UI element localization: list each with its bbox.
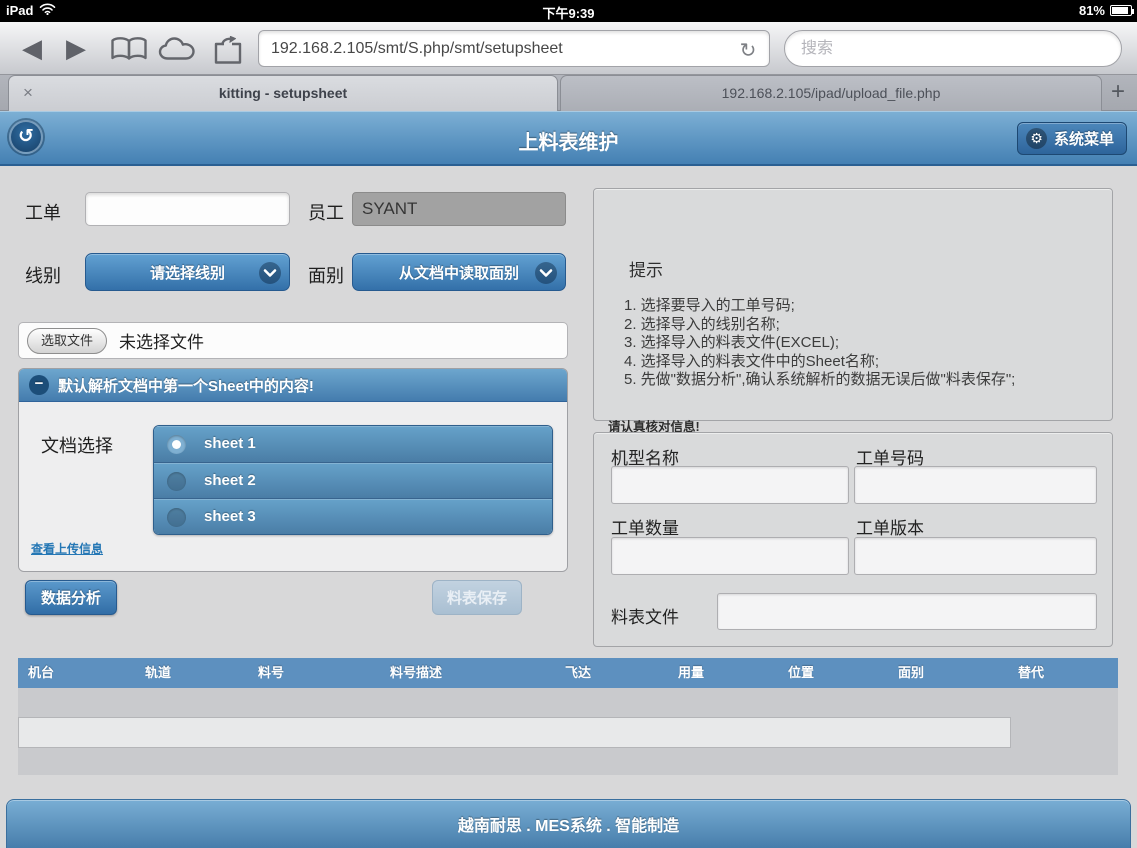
line-select[interactable]: 请选择线别 [85, 253, 290, 291]
radio-icon [167, 472, 186, 491]
search-input[interactable] [784, 30, 1122, 67]
sheet-save-button[interactable]: 料表保存 [432, 580, 522, 615]
order-version-label: 工单版本 [856, 514, 924, 539]
col-side: 面别 [898, 658, 924, 688]
footer-text: 越南耐思 . MES系统 . 智能制造 [7, 812, 1130, 836]
col-feeder: 飞达 [565, 658, 591, 688]
sheet-option-2[interactable]: sheet 2 [154, 462, 552, 498]
sheet-option-1[interactable]: sheet 1 [154, 426, 552, 462]
battery-icon [1110, 5, 1132, 16]
sheet-option-label: sheet 1 [204, 435, 256, 452]
collapse-icon: − [29, 375, 49, 395]
col-part-desc: 料号描述 [390, 658, 442, 688]
new-tab-icon[interactable]: + [1103, 75, 1133, 111]
tab-kitting-setupsheet[interactable]: × kitting - setupsheet [8, 75, 558, 111]
file-chooser: 选取文件 未选择文件 [18, 322, 568, 359]
app-footer: 越南耐思 . MES系统 . 智能制造 [6, 799, 1131, 848]
status-bar: iPad 下午9:39 81% [0, 0, 1137, 22]
forward-icon[interactable]: ▶ [66, 22, 86, 75]
tip-item: 1. 选择要导入的工单号码; [624, 297, 1015, 316]
return-arrow-icon: ↺ [18, 126, 34, 147]
sheet-option-label: sheet 2 [204, 472, 256, 489]
doc-select-label: 文档选择 [41, 432, 113, 458]
data-analyze-button[interactable]: 数据分析 [25, 580, 117, 615]
page-title: 上料表维护 [0, 126, 1137, 155]
order-details-panel: 机型名称 工单号码 工单数量 工单版本 料表文件 [593, 432, 1113, 647]
choose-file-button[interactable]: 选取文件 [27, 328, 107, 354]
system-menu-label: 系统菜单 [1054, 128, 1114, 149]
sheet-panel: − 默认解析文档中第一个Sheet中的内容! 文档选择 sheet 1 shee… [18, 368, 568, 572]
work-order-label: 工单 [25, 199, 61, 225]
work-order-input[interactable] [85, 192, 290, 226]
sheet-panel-header[interactable]: − 默认解析文档中第一个Sheet中的内容! [19, 369, 567, 402]
tip-item: 2. 选择导入的线别名称; [624, 316, 1015, 335]
chevron-down-icon [259, 262, 281, 284]
col-machine: 机台 [28, 658, 54, 688]
bookmarks-icon[interactable] [110, 36, 148, 68]
battery-percent: 81% [1079, 3, 1105, 18]
col-substitute: 替代 [1018, 658, 1044, 688]
tab-upload-file[interactable]: 192.168.2.105/ipad/upload_file.php [560, 75, 1102, 111]
url-field[interactable] [258, 30, 770, 67]
app-header: 上料表维护 ↺ ⚙ 系统菜单 [0, 111, 1137, 166]
share-icon[interactable] [212, 36, 248, 70]
tip-item: 4. 选择导入的料表文件中的Sheet名称; [624, 353, 1015, 372]
table-row [18, 717, 1011, 748]
side-select[interactable]: 从文档中读取面别 [352, 253, 566, 291]
cloud-icon[interactable] [158, 36, 196, 67]
order-qty-input[interactable] [611, 537, 849, 575]
sheet-radio-group: sheet 1 sheet 2 sheet 3 [153, 425, 553, 535]
close-tab-icon[interactable]: × [23, 76, 33, 110]
line-select-value: 请选择线别 [150, 262, 225, 283]
col-part-no: 料号 [258, 658, 284, 688]
main-content: 工单 员工 线别 请选择线别 面别 从文档中读取面别 选取文件 未选择文件 − [0, 166, 1137, 799]
sheet-panel-body: 文档选择 sheet 1 sheet 2 sheet 3 查看上传 [19, 402, 567, 571]
radio-icon [167, 508, 186, 527]
sheet-file-label: 料表文件 [611, 603, 679, 628]
model-name-input[interactable] [611, 466, 849, 504]
sheet-file-input[interactable] [717, 593, 1097, 630]
browser-toolbar: ◀ ▶ ↻ [0, 22, 1137, 75]
clock: 下午9:39 [0, 3, 1137, 22]
tips-title: 提示 [629, 256, 663, 281]
chevron-down-icon [535, 262, 557, 284]
order-no-input[interactable] [854, 466, 1097, 504]
side-select-value: 从文档中读取面别 [399, 262, 519, 283]
col-usage: 用量 [678, 658, 704, 688]
order-qty-label: 工单数量 [611, 514, 679, 539]
system-menu-button[interactable]: ⚙ 系统菜单 [1017, 122, 1127, 155]
results-table-header: 机台 轨道 料号 料号描述 飞达 用量 位置 面别 替代 [18, 658, 1118, 688]
sheet-option-label: sheet 3 [204, 508, 256, 525]
employee-label: 员工 [308, 199, 344, 225]
sheet-panel-title: 默认解析文档中第一个Sheet中的内容! [58, 375, 314, 396]
tab-bar: × kitting - setupsheet 192.168.2.105/ipa… [0, 75, 1137, 111]
back-icon[interactable]: ◀ [22, 22, 42, 75]
side-label: 面别 [308, 262, 344, 288]
line-label: 线别 [25, 262, 61, 288]
sheet-option-3[interactable]: sheet 3 [154, 498, 552, 534]
upload-info-link[interactable]: 查看上传信息 [31, 540, 103, 557]
tips-panel: 提示 1. 选择要导入的工单号码; 2. 选择导入的线别名称; 3. 选择导入的… [593, 188, 1113, 421]
ipad-safari-screen: iPad 下午9:39 81% ◀ ▶ ↻ × kitting - s [0, 0, 1137, 848]
gear-icon: ⚙ [1026, 128, 1047, 149]
order-version-input[interactable] [854, 537, 1097, 575]
file-status-text: 未选择文件 [119, 328, 204, 353]
refresh-icon[interactable]: ↻ [736, 40, 760, 64]
tips-list: 1. 选择要导入的工单号码; 2. 选择导入的线别名称; 3. 选择导入的料表文… [624, 297, 1015, 390]
tab-label: kitting - setupsheet [219, 85, 347, 101]
tip-item: 3. 选择导入的料表文件(EXCEL); [624, 334, 1015, 353]
radio-icon [167, 435, 186, 454]
tab-label: 192.168.2.105/ipad/upload_file.php [722, 85, 941, 101]
col-track: 轨道 [145, 658, 171, 688]
return-button[interactable]: ↺ [9, 120, 43, 154]
col-position: 位置 [788, 658, 814, 688]
tip-item: 5. 先做"数据分析",确认系统解析的数据无误后做"料表保存"; [624, 371, 1015, 390]
results-table-body [18, 688, 1118, 775]
employee-field[interactable] [352, 192, 566, 226]
